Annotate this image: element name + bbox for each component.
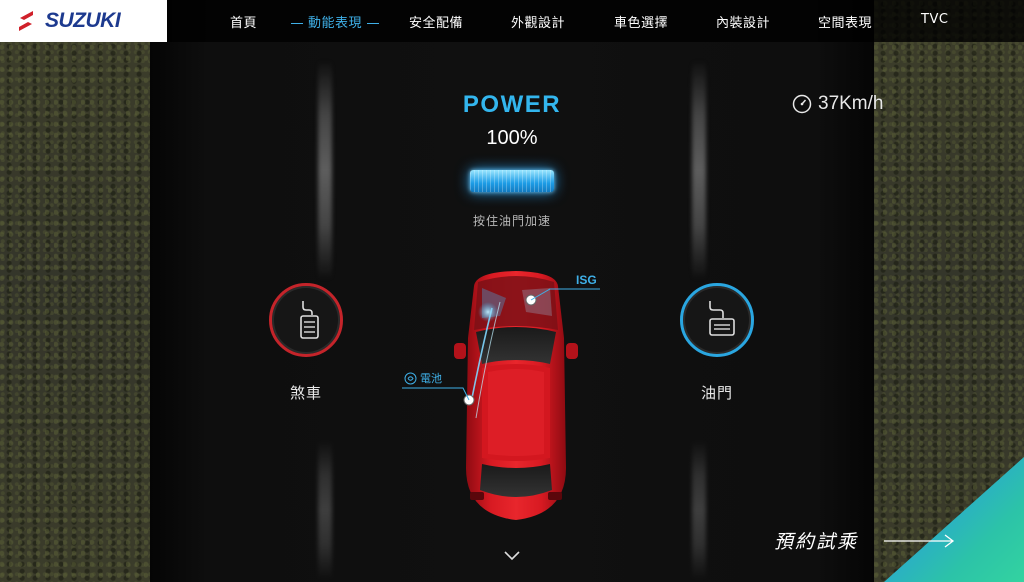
test-drive-label: 預約試乘	[774, 531, 859, 553]
gas-pedal-button[interactable]	[680, 283, 754, 357]
gas-pedal-icon	[709, 301, 735, 336]
chevron-down-icon[interactable]	[503, 550, 521, 562]
speed-readout: 37Km/h	[792, 93, 883, 115]
brake-pedal-button[interactable]	[269, 283, 343, 357]
nav-item-performance[interactable]: 動能表現	[286, 12, 384, 31]
brake-label: 煞車	[290, 384, 323, 402]
nav-item-safety[interactable]: 安全配備	[409, 12, 463, 31]
gas-label: 油門	[701, 384, 734, 402]
top-nav-bar: SUZUKI 首頁 動能表現 安全配備 外觀設計 車色選擇 內裝設計 空間表現 …	[0, 0, 1024, 42]
speedometer-icon	[792, 94, 812, 114]
nav-item-exterior[interactable]: 外觀設計	[511, 12, 565, 31]
battery-callout-label: 電池	[420, 372, 442, 385]
suzuki-s-icon	[19, 11, 33, 31]
power-hint: 按住油門加速	[472, 214, 551, 228]
test-drive-button[interactable]: 預約試乘	[774, 527, 956, 554]
brand-name: SUZUKI	[45, 9, 121, 32]
grass-left	[0, 0, 150, 582]
nav-item-interior[interactable]: 內裝設計	[716, 12, 770, 31]
battery-icon	[404, 372, 417, 384]
callout-lines	[402, 288, 600, 401]
battery-callout: 電池	[404, 370, 442, 386]
arrow-right-icon	[884, 533, 955, 548]
nav-item-tvc[interactable]: TVC	[921, 12, 948, 27]
nav-item-colors[interactable]: 車色選擇	[614, 12, 668, 31]
speed-value: 37Km/h	[818, 93, 884, 114]
brake-pedal-icon	[300, 301, 319, 339]
power-percent: 100%	[486, 127, 538, 149]
suzuki-logo[interactable]: SUZUKI	[0, 0, 167, 42]
lane-line-right-lower	[692, 440, 706, 580]
nav-item-space[interactable]: 空間表現	[818, 12, 872, 31]
nav-item-home[interactable]: 首頁	[230, 12, 257, 31]
isg-callout-label: ISG	[576, 273, 597, 287]
lane-line-left-lower	[318, 440, 332, 580]
power-level-bar	[470, 170, 554, 192]
